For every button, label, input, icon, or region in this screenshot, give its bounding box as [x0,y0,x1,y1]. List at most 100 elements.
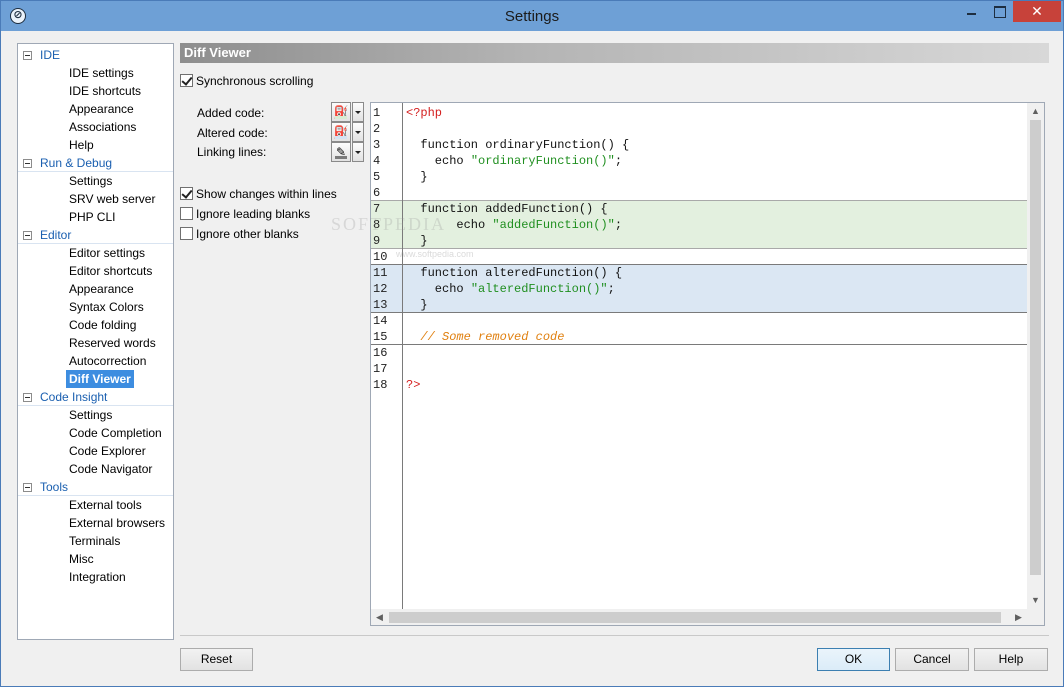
tree-item[interactable]: Misc [66,550,97,568]
checkbox-box[interactable] [180,74,193,87]
cancel-button[interactable]: Cancel [895,648,969,671]
code-line: } [406,233,428,249]
tree-item[interactable]: Associations [66,118,139,136]
scroll-right-icon[interactable]: ▶ [1010,609,1027,625]
line-number: 1 [373,106,381,120]
code-token: } [406,170,428,184]
link-line [371,312,1027,313]
checkbox-box[interactable] [180,227,193,240]
tree-category[interactable]: Code Insight [18,388,173,406]
scroll-left-icon[interactable]: ◀ [371,609,388,625]
tree-item[interactable]: Help [66,136,97,154]
chevron-down-icon[interactable] [352,142,364,162]
line-number: 16 [373,346,388,360]
scroll-thumb[interactable] [389,612,1001,623]
code-token: function ordinaryFunction() { [406,138,630,152]
tree-item[interactable]: SRV web server [66,190,158,208]
collapse-icon[interactable] [23,231,32,240]
tree-item[interactable]: Appearance [66,100,137,118]
tree-item[interactable]: Diff Viewer [66,370,134,388]
tree-category[interactable]: Editor [18,226,173,244]
settings-tree[interactable]: IDE IDE settings IDE shortcuts Appearance As… [17,43,174,640]
tree-category-label: Code Insight [40,390,108,404]
tree-item[interactable]: IDE settings [66,64,137,82]
tree-item[interactable]: Terminals [66,532,123,550]
chevron-down-icon[interactable] [352,102,364,122]
code-token: "addedFunction()" [492,218,615,232]
tree-item[interactable]: Code folding [66,316,139,334]
tree-item[interactable]: External browsers [66,514,168,532]
checkbox-box[interactable] [180,207,193,220]
tree-category[interactable]: Run & Debug [18,154,173,172]
tree-item[interactable]: Code Completion [66,424,165,442]
scroll-down-icon[interactable]: ▼ [1027,592,1044,609]
tree-item[interactable]: Editor settings [66,244,148,262]
tree-item[interactable]: Syntax Colors [66,298,147,316]
linking-lines-color-picker[interactable]: ✎ [331,142,364,162]
reset-button[interactable]: Reset [180,648,253,671]
tree-item[interactable]: Settings [66,406,115,424]
tree-item[interactable]: Code Navigator [66,460,155,478]
collapse-icon[interactable] [23,159,32,168]
altered-code-label: Altered code: [197,126,268,140]
added-code-label: Added code: [197,106,265,120]
line-number: 6 [373,186,381,200]
checkbox-box[interactable] [180,187,193,200]
code-token: "ordinaryFunction()" [470,154,615,168]
tree-item[interactable]: External tools [66,496,145,514]
code-token: echo [406,154,471,168]
scroll-thumb[interactable] [1030,120,1041,575]
collapse-icon[interactable] [23,393,32,402]
code-line: } [406,169,428,185]
tree-item[interactable]: Reserved words [66,334,159,352]
tree-category[interactable]: IDE [18,46,173,64]
code-token: ; [614,154,623,168]
code-token: ; [614,218,623,232]
code-token: ; [607,282,615,296]
scroll-up-icon[interactable]: ▲ [1027,103,1044,120]
watermark: SOFTPEDIA [331,214,447,234]
paint-bucket-icon[interactable]: ⛽ [331,102,351,122]
checkbox-label: Synchronous scrolling [196,74,314,88]
tree-category-label: Run & Debug [40,156,113,170]
tree-item[interactable]: Integration [66,568,129,586]
collapse-icon[interactable] [23,51,32,60]
tree-category-label: Editor [40,228,72,242]
help-button[interactable]: Help [974,648,1048,671]
tree-item[interactable]: Code Explorer [66,442,149,460]
tree-item[interactable]: Settings [66,172,115,190]
diff-preview[interactable]: 1 <?php 2 3 function ordinaryFunction() {4 … [370,102,1045,626]
title-bar[interactable]: ⊘ Settings ✕ [1,1,1063,31]
maximize-button[interactable] [986,1,1013,22]
footer-divider [180,635,1049,636]
line-number: 15 [373,330,388,344]
paint-bucket-icon[interactable]: ⛽ [331,122,351,142]
close-button[interactable]: ✕ [1013,1,1061,22]
chevron-down-icon[interactable] [352,122,364,142]
pen-icon[interactable]: ✎ [331,142,351,162]
tree-category[interactable]: Tools [18,478,173,496]
horizontal-scrollbar[interactable]: ◀ ▶ [371,609,1027,625]
ok-button[interactable]: OK [817,648,890,671]
minimize-button[interactable] [958,1,986,22]
collapse-icon[interactable] [23,483,32,492]
code-line: ?> [406,377,420,393]
code-token: } [406,234,428,248]
line-number: 18 [373,378,388,392]
tree-item[interactable]: Appearance [66,280,137,298]
code-token: function alteredFunction() { [406,266,623,280]
tree-category-label: IDE [40,48,61,62]
added-code-color-picker[interactable]: ⛽ [331,102,364,122]
tree-item[interactable]: PHP CLI [66,208,118,226]
code-line: } [406,297,427,313]
line-number: 3 [373,138,381,152]
line-number: 13 [373,298,388,312]
code-token: echo [406,282,471,296]
vertical-scrollbar[interactable]: ▲ ▼ [1027,103,1044,609]
watermark-url: www.softpedia.com [396,249,474,259]
code-line: function alteredFunction() { [406,265,622,281]
altered-code-color-picker[interactable]: ⛽ [331,122,364,142]
tree-item[interactable]: IDE shortcuts [66,82,144,100]
tree-item[interactable]: Editor shortcuts [66,262,155,280]
tree-item[interactable]: Autocorrection [66,352,149,370]
